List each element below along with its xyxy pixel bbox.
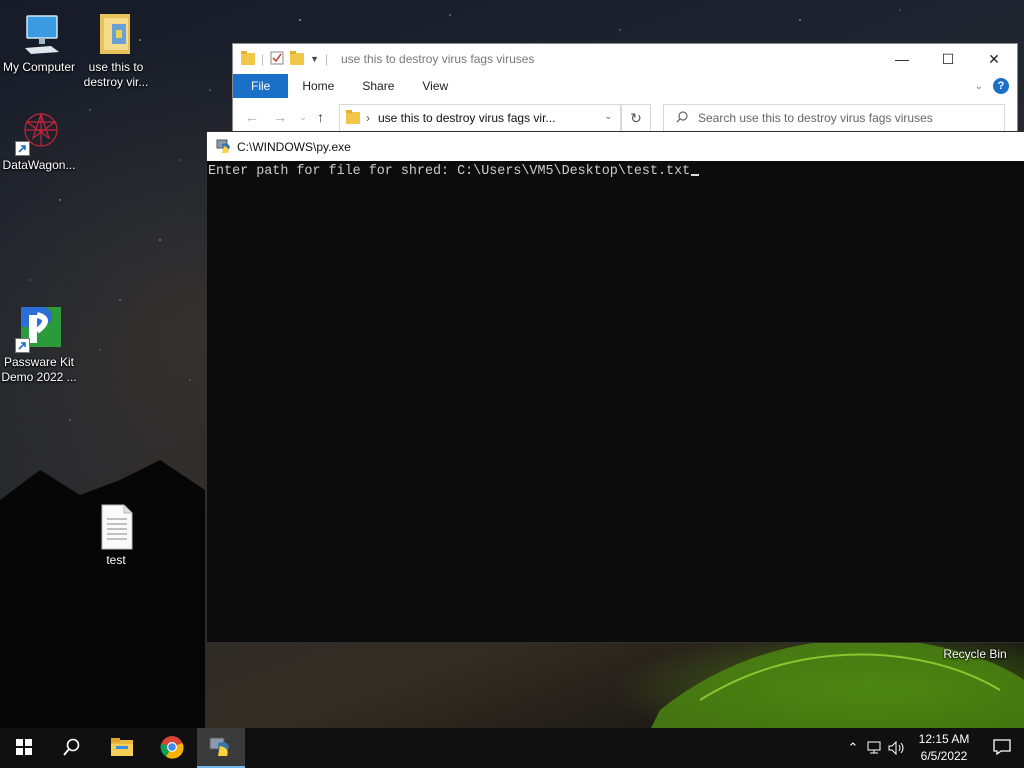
address-dropdown-icon[interactable]: ⌄ — [604, 111, 612, 122]
search-icon — [63, 738, 81, 759]
start-button[interactable] — [0, 728, 48, 768]
console-line: Enter path for file for shred: C:\Users\… — [208, 164, 700, 179]
text-file-icon — [92, 503, 140, 551]
refresh-button[interactable]: ↻ — [621, 104, 651, 132]
chrome-icon — [160, 735, 184, 762]
window-controls: — ☐ ✕ — [879, 44, 1017, 74]
clock-date: 6/5/2022 — [920, 749, 968, 763]
quick-access-toolbar: | ▼ | — [241, 49, 328, 69]
search-button[interactable] — [48, 728, 96, 768]
desktop-icon-passware[interactable]: Passware Kit Demo 2022 ... — [0, 305, 78, 385]
properties-icon[interactable] — [270, 51, 284, 68]
breadcrumb-chevron-icon[interactable]: › — [366, 111, 370, 125]
desktop-icon-datawagon[interactable]: DataWagon... — [0, 108, 78, 173]
console-input[interactable]: C:\Users\VM5\Desktop\test.txt — [457, 164, 690, 179]
maximize-button[interactable]: ☐ — [925, 44, 971, 74]
taskbar-file-explorer[interactable] — [98, 728, 146, 768]
folder-icon — [92, 10, 140, 58]
tab-home[interactable]: Home — [288, 74, 348, 98]
passware-icon — [15, 305, 63, 353]
shortcut-arrow-icon — [15, 338, 30, 353]
window-title: C:\WINDOWS\py.exe — [237, 140, 351, 154]
folder-icon — [241, 51, 255, 65]
notification-icon — [993, 738, 1011, 758]
window-title: use this to destroy virus fags viruses — [341, 52, 535, 66]
ribbon-tabs: File Home Share View ⌄ ? — [233, 74, 1017, 98]
desktop-icon-label: use this to destroy vir... — [83, 60, 149, 89]
python-icon — [209, 734, 233, 761]
console-titlebar[interactable]: C:\WINDOWS\py.exe — [207, 132, 1024, 161]
text-cursor — [691, 174, 700, 176]
computer-icon — [15, 10, 63, 58]
folder-icon — [346, 110, 360, 124]
console-window[interactable]: C:\WINDOWS\py.exe Enter path for file fo… — [206, 131, 1024, 643]
forward-icon[interactable]: → — [273, 109, 287, 125]
search-box[interactable]: Search use this to destroy virus fags vi… — [663, 104, 1005, 132]
desktop-icon-label: My Computer — [2, 60, 76, 74]
recent-locations-icon[interactable]: ⌄ — [299, 112, 307, 123]
expand-ribbon-icon[interactable]: ⌄ — [975, 81, 983, 92]
ribbon-right: ⌄ ? — [975, 78, 1009, 94]
tab-view[interactable]: View — [408, 74, 462, 98]
network-icon[interactable] — [864, 741, 886, 755]
clock[interactable]: 12:15 AM 6/5/2022 — [908, 731, 980, 765]
desktop-icon-label: Passware Kit Demo 2022 ... — [1, 355, 77, 384]
close-button[interactable]: ✕ — [971, 44, 1017, 74]
explorer-titlebar[interactable]: | ▼ | use this to destroy virus fags vir… — [233, 44, 1017, 74]
taskbar-chrome[interactable] — [148, 728, 196, 768]
separator: | — [325, 52, 329, 66]
help-icon[interactable]: ? — [993, 78, 1009, 94]
console-output[interactable]: Enter path for file for shred: C:\Users\… — [207, 161, 1024, 642]
notification-center-button[interactable] — [980, 728, 1024, 768]
file-explorer-window[interactable]: | ▼ | use this to destroy virus fags vir… — [232, 43, 1018, 135]
datawagon-icon — [15, 108, 63, 156]
address-path: use this to destroy virus fags vir... — [378, 111, 556, 125]
search-icon — [676, 110, 688, 126]
tab-share[interactable]: Share — [348, 74, 408, 98]
minimize-button[interactable]: — — [879, 44, 925, 74]
desktop-icon-label: test — [106, 553, 126, 567]
python-icon — [216, 138, 232, 154]
qat-dropdown-icon[interactable]: ▼ — [310, 54, 319, 64]
separator: | — [261, 52, 265, 66]
search-placeholder: Search use this to destroy virus fags vi… — [698, 111, 933, 125]
desktop-icon-test[interactable]: test — [77, 503, 155, 568]
navigation-bar: ← → ⌄ ↑ › use this to destroy virus fags… — [233, 100, 1017, 134]
desktop-icon-label: DataWagon... — [2, 158, 76, 172]
console-prompt: Enter path for file for shred: — [208, 164, 458, 179]
desktop-icon-my-computer[interactable]: My Computer — [0, 10, 78, 75]
system-tray: ⌃ 12:15 AM 6/5/2022 — [842, 728, 1024, 768]
volume-icon[interactable] — [886, 741, 908, 755]
taskbar: ⌃ 12:15 AM 6/5/2022 — [0, 728, 1024, 768]
up-icon[interactable]: ↑ — [317, 109, 324, 125]
clock-time: 12:15 AM — [918, 732, 970, 746]
windows-logo-icon — [16, 738, 32, 758]
taskbar-python[interactable] — [197, 728, 245, 768]
new-folder-icon[interactable] — [290, 51, 305, 65]
folder-icon — [110, 737, 134, 760]
desktop-icon-destroy-folder[interactable]: use this to destroy vir... — [77, 10, 155, 90]
show-hidden-icons-icon[interactable]: ⌃ — [842, 740, 864, 756]
back-icon[interactable]: ← — [245, 109, 259, 125]
desktop-icon-label: Recycle Bin — [943, 647, 1007, 661]
address-bar[interactable]: › use this to destroy virus fags vir... … — [339, 104, 621, 132]
shortcut-arrow-icon — [15, 141, 30, 156]
tab-file[interactable]: File — [233, 74, 289, 98]
